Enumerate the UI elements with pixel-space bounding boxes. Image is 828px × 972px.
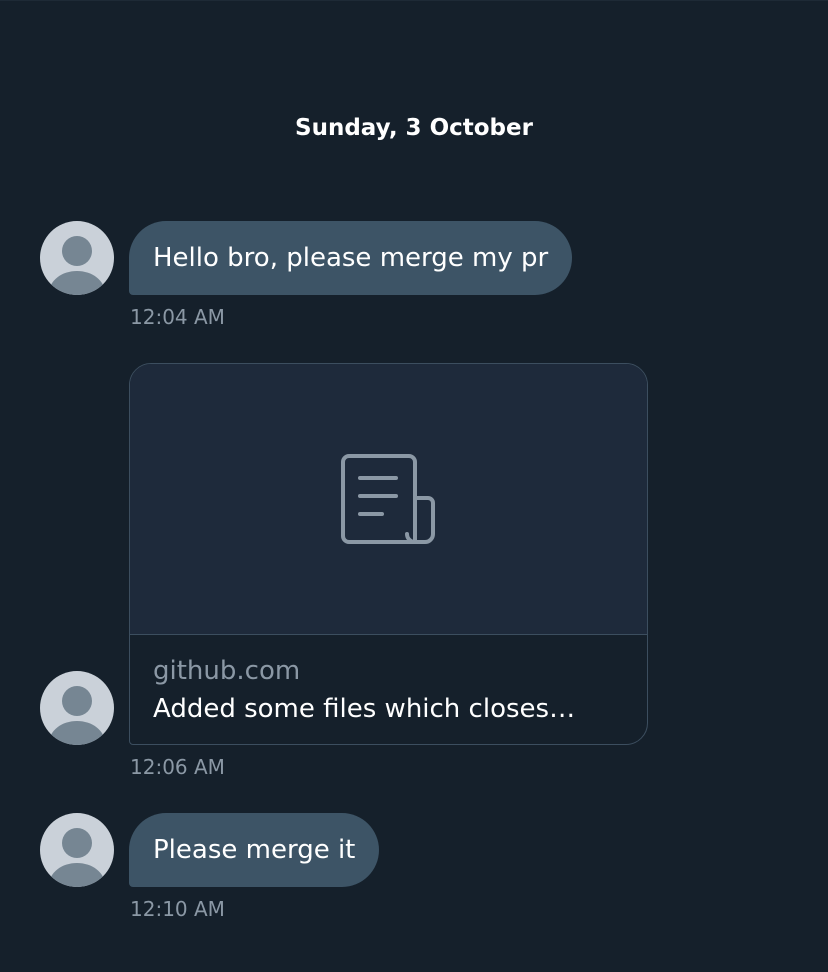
date-separator: Sunday, 3 October	[295, 115, 533, 141]
link-preview-image	[130, 364, 647, 635]
message-timestamp: 12:10 AM	[130, 897, 225, 921]
message-timestamp: 12:06 AM	[130, 755, 225, 779]
link-title: Added some files which closes…	[153, 694, 576, 724]
default-avatar-head	[62, 236, 92, 266]
message-timestamp: 12:04 AM	[130, 305, 225, 329]
document-icon	[341, 454, 435, 544]
sender-avatar[interactable]	[40, 671, 114, 745]
header-divider	[0, 0, 828, 1]
sender-avatar[interactable]	[40, 813, 114, 887]
message-bubble[interactable]: Please merge it	[129, 813, 380, 887]
default-avatar-body	[49, 271, 105, 295]
sender-avatar[interactable]	[40, 221, 114, 295]
link-domain: github.com	[153, 656, 301, 686]
default-avatar-head	[62, 828, 92, 858]
default-avatar-body	[49, 863, 105, 887]
message-bubble[interactable]: Hello bro, please merge my pr	[129, 221, 573, 295]
default-avatar-head	[62, 686, 92, 716]
default-avatar-body	[49, 721, 105, 745]
link-preview-card[interactable]: github.com Added some files which closes…	[129, 363, 648, 745]
